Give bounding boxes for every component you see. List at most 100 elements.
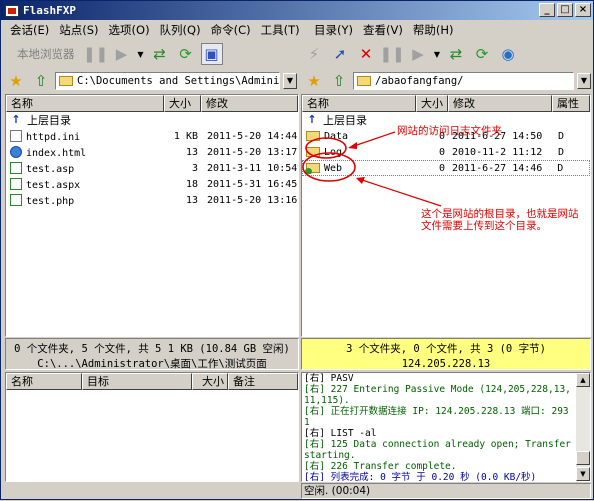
col-attributes[interactable]: 属性 <box>552 95 590 112</box>
close-button[interactable]: × <box>575 3 591 17</box>
queue-header: 名称 目标 大小 备注 <box>6 373 298 390</box>
parent-folder-icon[interactable]: ⇧ <box>30 70 52 92</box>
star-remote-icon[interactable]: ★ <box>303 70 325 92</box>
menu-help[interactable]: 帮助(H) <box>408 22 459 38</box>
file-size: 13 <box>185 146 198 158</box>
table-row-selected[interactable]: Web 0 2011-6-27 14:46 D <box>302 160 590 176</box>
table-row[interactable]: test.asp 3 2011-3-11 10:54 <box>6 160 298 176</box>
asp-file-icon <box>10 193 22 206</box>
session-log[interactable]: [右] PASV [右] 227 Entering Passive Mode (1… <box>301 372 591 482</box>
folder-name: Data <box>324 130 349 142</box>
remote-path-text: /abaofangfang/ <box>375 75 464 87</box>
pause-icon[interactable]: ❚❚ <box>83 43 108 65</box>
log-content: [右] PASV [右] 227 Entering Passive Mode (1… <box>302 373 576 481</box>
col-modified[interactable]: 修改 <box>448 95 552 112</box>
remote-status: 3 个文件夹, 0 个文件, 共 3 (0 字节) 124.205.228.13 <box>301 338 591 370</box>
disconnect-icon[interactable]: ✕ <box>355 43 377 65</box>
col-name[interactable]: 名称 <box>6 95 164 112</box>
file-size: 1 KB <box>173 130 198 142</box>
scroll-thumb[interactable] <box>576 451 590 465</box>
remote-path-dropdown[interactable]: ▼ <box>577 73 591 89</box>
file-date: 2011-5-20 <box>207 194 262 206</box>
folder-remote-icon <box>357 76 371 86</box>
file-date: 2011-3-11 <box>207 162 262 174</box>
chevron-down-icon[interactable]: ▼ <box>137 43 145 65</box>
file-date: 2011-6-27 <box>451 162 507 174</box>
local-list-header: 名称 大小 修改 <box>6 95 298 112</box>
chevron-down-remote-icon[interactable]: ▼ <box>433 43 441 65</box>
menu-options[interactable]: 选项(O) <box>104 22 155 38</box>
log-line: [右] PASV <box>304 373 354 384</box>
refresh-icon[interactable]: ⟳ <box>175 43 197 65</box>
file-time: 16:45 <box>267 178 298 190</box>
title-bar: FlashFXP _ □ × <box>1 1 593 20</box>
remote-toolbar: ⚡ ➚ ✕ ❚❚ ▶ ▼ ⇄ ⟳ ◉ <box>303 40 591 68</box>
scroll-up-button[interactable]: ▲ <box>576 373 590 387</box>
menu-sites[interactable]: 站点(S) <box>54 22 103 38</box>
transfer-queue[interactable]: 名称 目标 大小 备注 <box>5 372 299 482</box>
globe-icon[interactable]: ◉ <box>497 43 519 65</box>
connection-status: 空闲. (00:04) <box>301 483 591 499</box>
maximize-button[interactable]: □ <box>557 3 573 17</box>
col-size[interactable]: 大小 <box>164 95 201 112</box>
local-status-summary: 0 个文件夹, 5 个文件, 共 5 1 KB (10.84 GB 空闲) <box>14 343 290 355</box>
menu-tools[interactable]: 工具(T) <box>256 22 305 38</box>
folder-name: Web <box>324 162 343 174</box>
table-row[interactable]: test.aspx 18 2011-5-31 16:45 <box>6 176 298 192</box>
transfer-folder-remote-icon[interactable]: ⇄ <box>445 43 467 65</box>
file-time: 14:44 <box>267 130 298 142</box>
menu-directory[interactable]: 目录(Y) <box>309 22 358 38</box>
parent-dir-row[interactable]: ↑ 上层目录 <box>6 112 298 128</box>
file-size: 18 <box>185 178 198 190</box>
file-attr: D <box>558 130 565 142</box>
queue-col-name[interactable]: 名称 <box>6 373 82 390</box>
ie-icon <box>10 145 22 158</box>
file-time: 11:12 <box>512 146 543 158</box>
log-line: [右] LIST -al <box>304 428 377 439</box>
parent-folder-remote-icon[interactable]: ⇧ <box>328 70 350 92</box>
file-attr: D <box>557 162 564 174</box>
pause-remote-icon[interactable]: ❚❚ <box>379 43 404 65</box>
menu-view[interactable]: 查看(V) <box>358 22 408 38</box>
remote-path-input[interactable]: /abaofangfang/ <box>353 72 574 90</box>
queue-col-note[interactable]: 备注 <box>228 373 298 390</box>
star-icon[interactable]: ★ <box>5 70 27 92</box>
menu-session[interactable]: 会话(E) <box>5 22 54 38</box>
local-path-input[interactable]: C:\Documents and Settings\Administra <box>55 72 280 90</box>
table-row[interactable]: index.html 13 2011-5-20 13:17 <box>6 144 298 160</box>
transfer-icon[interactable]: ▶ <box>111 43 133 65</box>
annotation-root-line2: 文件需要上传到这个目录。 <box>421 220 547 232</box>
file-date: 2011-5-31 <box>207 178 262 190</box>
menu-commands[interactable]: 命令(C) <box>206 22 256 38</box>
table-row[interactable]: httpd.ini 1 KB 2011-5-20 14:44 <box>6 128 298 144</box>
table-row[interactable]: test.php 13 2011-5-20 13:16 <box>6 192 298 208</box>
local-browser-icon[interactable]: ▣ <box>200 43 223 65</box>
ini-file-icon <box>10 129 22 142</box>
local-browser-label: 本地浏览器 <box>17 47 75 61</box>
file-name: httpd.ini <box>26 131 81 143</box>
file-size: 0 <box>438 162 445 174</box>
file-size: 3 <box>191 162 198 174</box>
transfer-remote-icon[interactable]: ▶ <box>407 43 429 65</box>
menu-queue[interactable]: 队列(Q) <box>155 22 206 38</box>
col-name[interactable]: 名称 <box>302 95 416 112</box>
remote-list-header: 名称 大小 修改 属性 <box>302 95 590 112</box>
local-path-dropdown[interactable]: ▼ <box>283 73 297 89</box>
log-line: [右] 125 Data connection already open; Tr… <box>304 439 571 461</box>
transfer-folder-icon[interactable]: ⇄ <box>149 43 171 65</box>
connect-icon[interactable]: ⚡ <box>303 43 325 65</box>
file-date: 2010-11-2 <box>452 146 507 158</box>
queue-col-size[interactable]: 大小 <box>192 373 228 390</box>
refresh-remote-icon[interactable]: ⟳ <box>471 43 493 65</box>
quick-connect-icon[interactable]: ➚ <box>329 43 351 65</box>
col-size[interactable]: 大小 <box>416 95 448 112</box>
scroll-down-button[interactable]: ▼ <box>576 467 590 481</box>
col-modified[interactable]: 修改 <box>201 95 298 112</box>
up-arrow-icon: ↑ <box>11 113 21 126</box>
log-scrollbar[interactable]: ▲ ▼ <box>576 373 590 481</box>
local-file-list[interactable]: 名称 大小 修改 ↑ 上层目录 httpd.ini 1 KB 2011-5-20… <box>5 94 299 337</box>
window-title: FlashFXP <box>23 4 76 17</box>
table-row[interactable]: Log 0 2010-11-2 11:12 D <box>302 144 590 160</box>
minimize-button[interactable]: _ <box>539 3 555 17</box>
queue-col-target[interactable]: 目标 <box>82 373 192 390</box>
